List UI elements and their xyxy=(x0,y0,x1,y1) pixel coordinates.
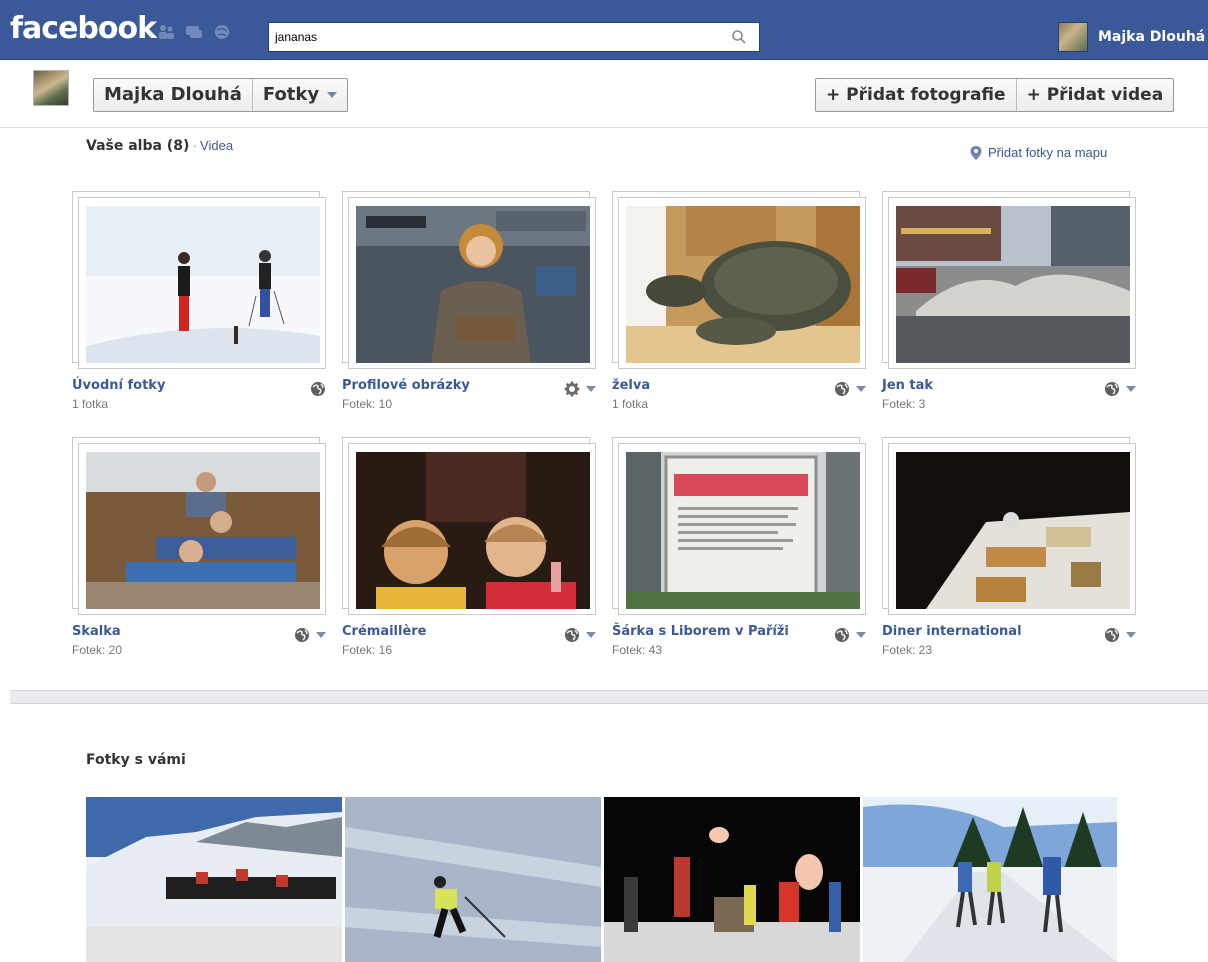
breadcrumb-photos-label: Fotky xyxy=(262,84,320,105)
album-title[interactable]: Diner international xyxy=(882,624,1022,639)
album-count: Fotek: 16 xyxy=(342,643,393,657)
album-cover-image[interactable] xyxy=(86,206,320,363)
album-count: Fotek: 10 xyxy=(342,397,393,411)
album-privacy[interactable] xyxy=(564,627,596,643)
globe-icon xyxy=(1105,628,1119,642)
add-video-button[interactable]: + Přidat videa xyxy=(1015,79,1174,111)
album-title[interactable]: Úvodní fotky xyxy=(72,378,165,393)
gear-icon xyxy=(564,381,580,397)
videos-link[interactable]: Videa xyxy=(200,138,233,153)
search-box xyxy=(268,22,760,52)
chevron-down-icon xyxy=(856,632,866,638)
album-privacy[interactable] xyxy=(294,627,326,643)
chevron-down-icon xyxy=(586,386,596,392)
tagged-photo[interactable] xyxy=(345,797,601,962)
profile-avatar[interactable] xyxy=(33,70,69,106)
album-cover-image[interactable] xyxy=(356,206,590,363)
album-privacy[interactable] xyxy=(834,381,866,397)
photos-header: Majka Dlouhá Fotky + Přidat fotografie +… xyxy=(0,60,1208,128)
album-count: Fotek: 23 xyxy=(882,643,933,657)
add-media-buttons: + Přidat fotografie + Přidat videa xyxy=(815,78,1175,112)
album-title[interactable]: Jen tak xyxy=(882,378,933,393)
album-card[interactable]: Skalka Fotek: 20 xyxy=(72,437,326,677)
notification-jewels xyxy=(157,24,231,40)
album-title[interactable]: želva xyxy=(612,378,650,393)
album-title[interactable]: Skalka xyxy=(72,624,121,639)
facebook-photos-page: { "topbar": { "logo": "facebook", "searc… xyxy=(0,0,1208,962)
albums-section-title: Vaše alba (8) xyxy=(86,138,190,154)
album-count: Fotek: 20 xyxy=(72,643,123,657)
chevron-down-icon xyxy=(1126,632,1136,638)
chevron-down-icon xyxy=(856,386,866,392)
album-cover-image[interactable] xyxy=(896,206,1130,363)
breadcrumb-profile[interactable]: Majka Dlouhá xyxy=(94,79,252,111)
add-photos-to-map-link[interactable]: Přidat fotky na mapu xyxy=(970,145,1107,160)
album-privacy[interactable] xyxy=(1104,627,1136,643)
album-count: Fotek: 43 xyxy=(612,643,663,657)
album-privacy[interactable] xyxy=(1104,381,1136,397)
album-count: Fotek: 3 xyxy=(882,397,926,411)
tagged-photo[interactable] xyxy=(863,797,1117,962)
globe-icon xyxy=(565,628,579,642)
album-card[interactable]: Úvodní fotky 1 fotka xyxy=(72,191,326,431)
tagged-photo[interactable] xyxy=(86,797,342,962)
globe-icon xyxy=(311,382,325,396)
top-user-name[interactable]: Majka Dlouhá xyxy=(1098,29,1205,45)
chevron-down-icon xyxy=(586,632,596,638)
album-card[interactable]: Šárka s Liborem v Paříži Fotek: 43 xyxy=(612,437,866,677)
album-privacy[interactable] xyxy=(310,381,326,397)
avatar[interactable] xyxy=(1058,22,1088,52)
album-privacy[interactable] xyxy=(834,627,866,643)
breadcrumb-photos[interactable]: Fotky xyxy=(251,79,347,111)
search-input[interactable] xyxy=(275,27,715,47)
album-cover-image[interactable] xyxy=(356,452,590,609)
album-cover-image[interactable] xyxy=(86,452,320,609)
chevron-down-icon xyxy=(316,632,326,638)
facebook-logo[interactable]: facebook xyxy=(10,14,157,44)
album-count: 1 fotka xyxy=(72,397,109,411)
album-card[interactable]: Profilové obrázky Fotek: 10 xyxy=(342,191,596,431)
messages-icon[interactable] xyxy=(185,24,203,40)
notifications-icon[interactable] xyxy=(213,24,231,40)
breadcrumb: Majka Dlouhá Fotky xyxy=(93,78,349,112)
search-icon[interactable] xyxy=(731,29,747,45)
globe-icon xyxy=(1105,382,1119,396)
tagged-photos-title: Fotky s vámi xyxy=(86,752,186,768)
album-cover-image[interactable] xyxy=(626,206,860,363)
add-photos-button[interactable]: + Přidat fotografie xyxy=(816,79,1016,111)
globe-icon xyxy=(835,628,849,642)
map-link-label: Přidat fotky na mapu xyxy=(988,145,1108,160)
album-title[interactable]: Crémaillère xyxy=(342,624,427,639)
section-divider xyxy=(10,690,1208,704)
chevron-down-icon xyxy=(327,92,338,98)
album-count: 1 fotka xyxy=(612,397,649,411)
top-user-link[interactable]: Majka Dlouhá xyxy=(1058,22,1205,52)
album-cover-image[interactable] xyxy=(896,452,1130,609)
album-cover-image[interactable] xyxy=(626,452,860,609)
albums-section-header: Vaše alba (8) · Videa xyxy=(86,137,233,154)
album-card[interactable]: Crémaillère Fotek: 16 xyxy=(342,437,596,677)
map-pin-icon xyxy=(970,145,982,160)
globe-icon xyxy=(295,628,309,642)
album-card[interactable]: želva 1 fotka xyxy=(612,191,866,431)
chevron-down-icon xyxy=(1126,386,1136,392)
album-card[interactable]: Diner international Fotek: 23 xyxy=(882,437,1136,677)
album-privacy[interactable] xyxy=(564,381,596,397)
album-title[interactable]: Šárka s Liborem v Paříži xyxy=(612,624,789,639)
tagged-photo[interactable] xyxy=(604,797,860,962)
separator: · xyxy=(192,137,198,153)
album-title[interactable]: Profilové obrázky xyxy=(342,378,470,393)
globe-icon xyxy=(835,382,849,396)
top-navigation-bar: facebook Majka Dlouhá xyxy=(0,0,1208,60)
album-card[interactable]: Jen tak Fotek: 3 xyxy=(882,191,1136,431)
friend-requests-icon[interactable] xyxy=(157,24,175,40)
